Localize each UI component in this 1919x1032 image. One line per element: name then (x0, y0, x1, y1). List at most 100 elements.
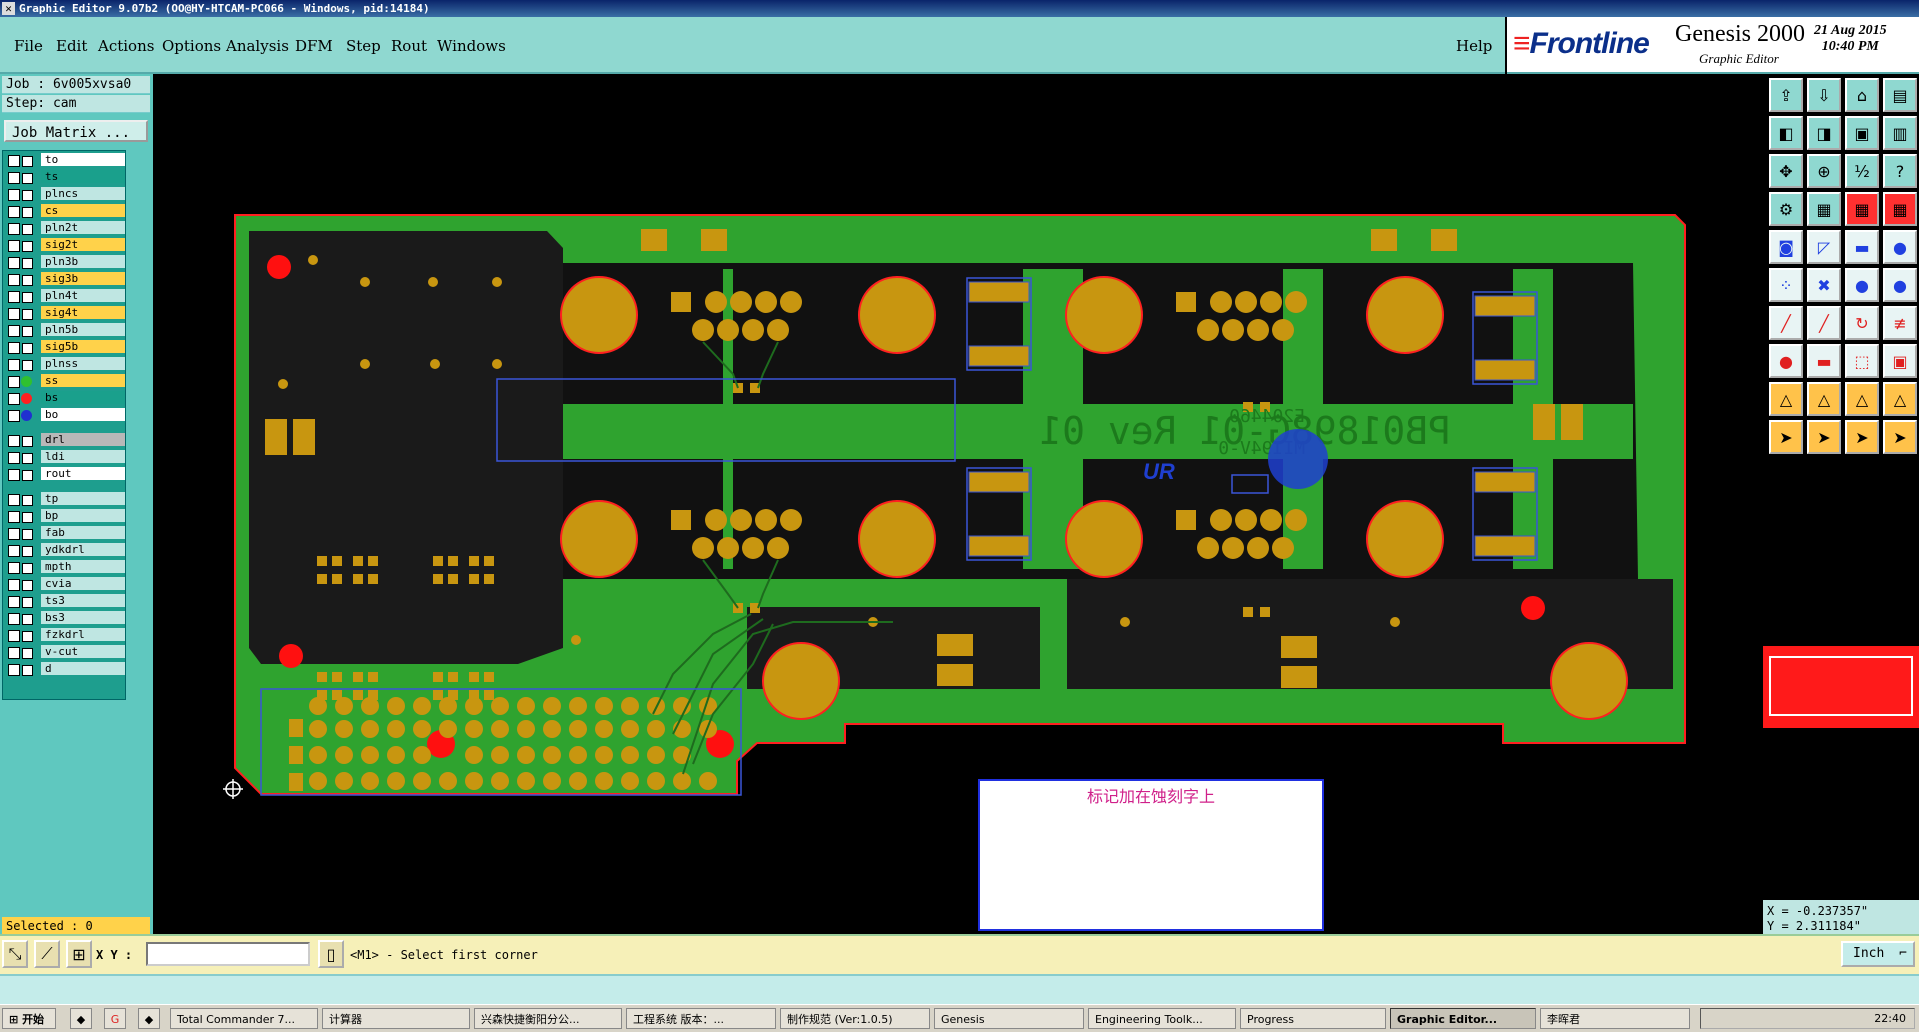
layer-indicator-icon[interactable] (22, 495, 33, 506)
quicklaunch-icon-2[interactable]: G (104, 1008, 126, 1029)
layer-row-sig4t[interactable]: sig4t (5, 306, 125, 320)
layer-row-to[interactable]: to (5, 153, 125, 167)
layer-indicator-icon[interactable] (22, 190, 33, 201)
layer-checkbox[interactable] (8, 376, 20, 388)
layer-row-mpth[interactable]: mpth (5, 560, 125, 574)
layer-checkbox[interactable] (8, 545, 20, 557)
layer-row-cs[interactable]: cs (5, 204, 125, 218)
layer-row-sig3b[interactable]: sig3b (5, 272, 125, 286)
fill-icon[interactable]: ▣ (1883, 344, 1917, 378)
layer-checkbox[interactable] (8, 223, 20, 235)
graphic-canvas[interactable]: PB01898G-01 Rev 01 E204460 MI194V-0 UR 标… (153, 74, 1763, 934)
layer-row-bo[interactable]: bo (5, 408, 125, 422)
layer-checkbox[interactable] (8, 664, 20, 676)
start-button[interactable]: ⊞ 开始 (2, 1008, 56, 1029)
layer-checkbox[interactable] (8, 410, 20, 422)
layer-checkbox[interactable] (8, 452, 20, 464)
layer-checkbox[interactable] (8, 240, 20, 252)
layer-row-plnss[interactable]: plnss (5, 357, 125, 371)
layer-row-bs[interactable]: bs (5, 391, 125, 405)
layer-row-cvia[interactable]: cvia (5, 577, 125, 591)
nodes-icon[interactable]: ⁘ (1769, 268, 1803, 302)
layer-checkbox[interactable] (8, 172, 20, 184)
layer-row-v-cut[interactable]: v-cut (5, 645, 125, 659)
layer-row-tp[interactable]: tp (5, 492, 125, 506)
taskbar-item[interactable]: Engineering Toolk... (1088, 1008, 1236, 1029)
ratio-icon[interactable]: ½ (1845, 154, 1879, 188)
layer-checkbox[interactable] (8, 393, 20, 405)
home-icon[interactable]: ⌂ (1845, 78, 1879, 112)
layer-row-pln3b[interactable]: pln3b (5, 255, 125, 269)
layer-indicator-icon[interactable] (22, 529, 33, 540)
units-selector[interactable]: Inch ⌐ (1841, 941, 1915, 967)
grid-3-icon[interactable]: ▦ (1883, 192, 1917, 226)
layer-indicator-icon[interactable] (21, 376, 32, 387)
info-icon[interactable]: ▯ (318, 940, 344, 968)
layer-checkbox[interactable] (8, 257, 20, 269)
layer-row-pln4t[interactable]: pln4t (5, 289, 125, 303)
layer-indicator-icon[interactable] (22, 326, 33, 337)
layer-indicator-icon[interactable] (22, 436, 33, 447)
layer-row-sig5b[interactable]: sig5b (5, 340, 125, 354)
layer-indicator-icon[interactable] (22, 292, 33, 303)
layer-indicator-icon[interactable] (22, 343, 33, 354)
layer-row-drl[interactable]: drl (5, 433, 125, 447)
layer-row-pln5b[interactable]: pln5b (5, 323, 125, 337)
layer-indicator-icon[interactable] (21, 410, 32, 421)
pcb-drawing[interactable]: PB01898G-01 Rev 01 E204460 MI194V-0 UR 标… (153, 74, 1763, 934)
layer-checkbox[interactable] (8, 596, 20, 608)
layer-checkbox[interactable] (8, 630, 20, 642)
box-icon[interactable]: ◸ (1807, 230, 1841, 264)
layer-checkbox[interactable] (8, 494, 20, 506)
layer-checkbox[interactable] (8, 435, 20, 447)
menu-step[interactable]: Step (346, 37, 381, 55)
menu-actions[interactable]: Actions (98, 37, 154, 55)
layer-indicator-icon[interactable] (22, 156, 33, 167)
layer-indicator-icon[interactable] (22, 631, 33, 642)
layer-row-bs3[interactable]: bs3 (5, 611, 125, 625)
layer-checkbox[interactable] (8, 562, 20, 574)
cross-icon[interactable]: ✖ (1807, 268, 1841, 302)
taskbar-item[interactable]: Progress (1240, 1008, 1386, 1029)
dock-right-icon[interactable]: ◨ (1807, 116, 1841, 150)
layer-indicator-icon[interactable] (22, 309, 33, 320)
layer-indicator-icon[interactable] (22, 597, 33, 608)
layer-indicator-icon[interactable] (22, 512, 33, 523)
layer-row-bp[interactable]: bp (5, 509, 125, 523)
layer-row-sig2t[interactable]: sig2t (5, 238, 125, 252)
layer-row-plncs[interactable]: plncs (5, 187, 125, 201)
tri-2-icon[interactable]: △ (1807, 382, 1841, 416)
cursor-3-icon[interactable]: ➤ (1845, 420, 1879, 454)
layer-checkbox[interactable] (8, 325, 20, 337)
taskbar-item[interactable]: 工程系统 版本：... (626, 1008, 776, 1029)
layer-indicator-icon[interactable] (22, 580, 33, 591)
grid-icon[interactable]: ▦ (1807, 192, 1841, 226)
taskbar-item[interactable]: Graphic Editor... (1390, 1008, 1536, 1029)
layer-indicator-icon[interactable] (22, 224, 33, 235)
layer-checkbox[interactable] (8, 469, 20, 481)
layer-row-ts3[interactable]: ts3 (5, 594, 125, 608)
layer-checkbox[interactable] (8, 511, 20, 523)
layer-row-ss[interactable]: ss (5, 374, 125, 388)
taskbar-item[interactable]: 计算器 (322, 1008, 470, 1029)
layer-indicator-icon[interactable] (21, 393, 32, 404)
quicklaunch-icon-1[interactable]: ◆ (70, 1008, 92, 1029)
layer-checkbox[interactable] (8, 155, 20, 167)
layer-indicator-icon[interactable] (22, 360, 33, 371)
layer-row-pln2t[interactable]: pln2t (5, 221, 125, 235)
layer-checkbox[interactable] (8, 206, 20, 218)
layer-indicator-icon[interactable] (22, 665, 33, 676)
layer-indicator-icon[interactable] (22, 453, 33, 464)
filter-icon[interactable]: ≢ (1883, 306, 1917, 340)
rotate-icon[interactable]: ↻ (1845, 306, 1879, 340)
layer-indicator-icon[interactable] (22, 258, 33, 269)
menu-options[interactable]: Options (162, 37, 221, 55)
grid-2-icon[interactable]: ▦ (1845, 192, 1879, 226)
tri-1-icon[interactable]: △ (1769, 382, 1803, 416)
layer-indicator-icon[interactable] (22, 648, 33, 659)
camera-icon[interactable]: ◙ (1769, 230, 1803, 264)
menu-analysis[interactable]: Analysis (226, 37, 289, 55)
layer-checkbox[interactable] (8, 647, 20, 659)
layer-indicator-icon[interactable] (22, 470, 33, 481)
menu-dfm[interactable]: DFM (295, 37, 333, 55)
